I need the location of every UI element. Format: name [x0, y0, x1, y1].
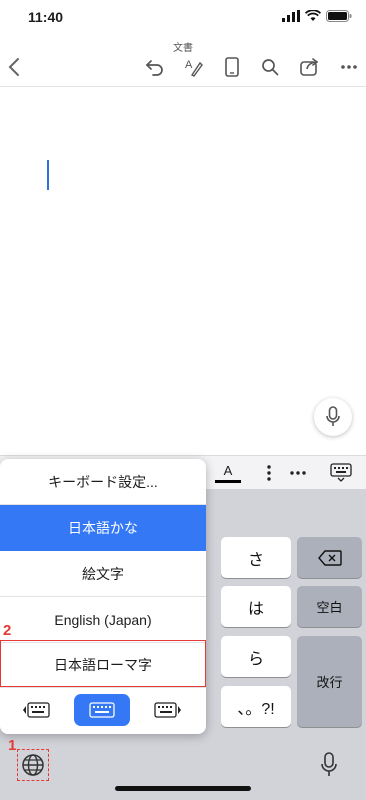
- backspace-icon: [317, 549, 342, 566]
- search-button[interactable]: [257, 54, 283, 80]
- svg-text:A: A: [185, 59, 193, 71]
- font-color-swatch: [215, 479, 241, 483]
- font-color-label: A: [223, 462, 233, 478]
- delete-key[interactable]: [297, 537, 362, 578]
- menu-item-english-japan[interactable]: English (Japan): [0, 597, 206, 643]
- more-button[interactable]: [336, 54, 362, 80]
- search-icon: [262, 59, 279, 76]
- right-handed-keyboard-button[interactable]: [141, 694, 195, 726]
- pen-icon: A: [185, 59, 203, 77]
- hide-keyboard-button[interactable]: [328, 460, 354, 486]
- home-indicator: [115, 786, 251, 791]
- battery-icon: [326, 10, 352, 22]
- menu-item-emoji[interactable]: 絵文字: [0, 551, 206, 597]
- annotation-highlight-romaji: [0, 640, 206, 687]
- key-sa[interactable]: さ: [221, 537, 291, 578]
- draw-button[interactable]: A: [181, 54, 207, 80]
- status-time: 11:40: [28, 9, 64, 25]
- annotation-marker-2: 2: [3, 622, 12, 639]
- left-handed-keyboard-button[interactable]: [9, 694, 63, 726]
- keyboard-right-icon: [154, 702, 181, 718]
- app-toolbar: A: [0, 50, 366, 82]
- key-ra[interactable]: ら: [221, 636, 291, 677]
- keyboard-dictation-button[interactable]: [316, 750, 342, 780]
- back-button[interactable]: [1, 54, 27, 80]
- mobile-view-button[interactable]: [219, 54, 245, 80]
- toolbar-divider: [0, 86, 366, 87]
- share-button[interactable]: [297, 54, 323, 80]
- keyboard-switcher-menu: キーボード設定... 日本語かな 絵文字 English (Japan) 日本語…: [0, 459, 206, 734]
- microphone-icon: [326, 406, 340, 426]
- signal-icon: [282, 10, 300, 22]
- keyboard-full-icon: [89, 702, 115, 718]
- key-ha[interactable]: は: [221, 586, 291, 627]
- menu-item-japanese-kana[interactable]: 日本語かな: [0, 505, 206, 551]
- more-icon: [341, 65, 357, 69]
- key-punctuation[interactable]: 、。?!: [221, 686, 291, 727]
- status-icons: [282, 10, 352, 22]
- undo-button[interactable]: [142, 54, 168, 80]
- annotation-marker-1: 1: [8, 737, 17, 754]
- space-key[interactable]: 空白: [297, 586, 362, 627]
- font-color-button[interactable]: A: [213, 460, 243, 486]
- share-icon: [300, 58, 319, 76]
- undo-icon: [145, 60, 163, 76]
- more-icon: [290, 471, 306, 475]
- wifi-icon: [305, 10, 321, 21]
- format-more-button[interactable]: [287, 460, 309, 486]
- full-keyboard-button[interactable]: [74, 694, 130, 726]
- keyboard-left-icon: [23, 702, 50, 718]
- globe-icon: [22, 754, 44, 776]
- status-bar: 11:40: [0, 0, 366, 34]
- dictate-button[interactable]: [314, 398, 352, 436]
- phone-icon: [225, 57, 239, 77]
- vertical-more-button[interactable]: [262, 460, 276, 486]
- keyboard-dismiss-icon: [330, 463, 352, 482]
- keyboard-layout-row: [0, 688, 206, 734]
- return-key[interactable]: 改行: [297, 636, 362, 727]
- vertical-dots-icon: [267, 465, 271, 481]
- text-caret: [47, 160, 49, 190]
- microphone-icon: [321, 752, 337, 776]
- chevron-left-icon: [8, 58, 19, 76]
- globe-key[interactable]: [17, 749, 49, 781]
- menu-item-keyboard-settings[interactable]: キーボード設定...: [0, 459, 206, 505]
